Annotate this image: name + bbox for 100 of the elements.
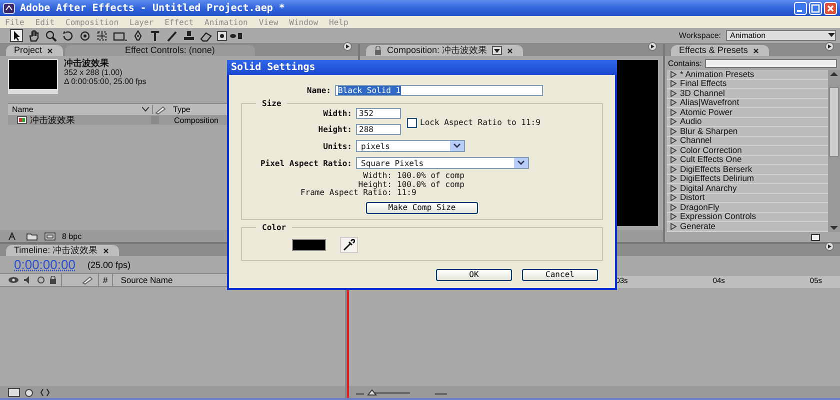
new-composition-icon[interactable] (44, 232, 56, 240)
collapsed-triangle-icon[interactable] (670, 204, 677, 211)
effect-category[interactable]: * Animation Presets (667, 70, 828, 80)
collapsed-triangle-icon[interactable] (670, 80, 677, 88)
effect-category[interactable]: Channel (667, 136, 828, 146)
name-field[interactable]: Black Solid 1 (335, 85, 543, 96)
maximize-icon[interactable] (809, 2, 822, 14)
color-swatch[interactable] (292, 238, 326, 250)
brush-tool-icon[interactable] (166, 30, 178, 42)
panel-tab[interactable]: Effect Controls: (none) (65, 45, 255, 56)
close-icon[interactable] (507, 48, 514, 54)
bit-depth-label[interactable]: 8 bpc (62, 232, 82, 240)
shapes-icon[interactable] (24, 388, 36, 396)
collapsed-triangle-icon[interactable] (670, 222, 677, 230)
scrollbar-thumb[interactable] (829, 87, 839, 157)
effect-category[interactable]: Cult Effects One (667, 156, 828, 165)
text-tool-icon[interactable] (149, 30, 161, 42)
panel-tab[interactable]: Composition: 冲击波效果 (366, 45, 524, 56)
effect-category[interactable]: Final Effects (667, 80, 828, 89)
panel-menu-icon[interactable] (648, 42, 657, 51)
eyedropper-button[interactable] (340, 236, 358, 252)
zoom-tool-icon[interactable] (45, 30, 57, 42)
width-field[interactable]: 352 (356, 108, 401, 119)
collapsed-triangle-icon[interactable] (670, 184, 677, 192)
panel-tab[interactable]: Effects & Presets (671, 45, 769, 56)
checkbox[interactable] (407, 118, 417, 128)
collapsed-triangle-icon[interactable] (670, 90, 677, 97)
collapsed-triangle-icon[interactable] (670, 175, 677, 182)
stamp-tool-icon[interactable] (183, 30, 195, 42)
effect-category[interactable]: Atomic Power (667, 108, 828, 118)
panel-menu-icon[interactable] (825, 42, 834, 51)
collapsed-triangle-icon[interactable] (670, 156, 677, 164)
rotate-tool-icon[interactable] (62, 30, 74, 42)
dialog-button[interactable]: Cancel (522, 268, 598, 280)
column-header: Source Name (120, 275, 173, 285)
close-icon[interactable] (47, 48, 54, 54)
solo-icon[interactable] (37, 276, 45, 284)
scroll-up-icon[interactable] (829, 70, 839, 78)
info-label: Height: (357, 180, 392, 189)
effect-category[interactable]: Distort (667, 194, 828, 203)
minimize-icon[interactable] (794, 2, 807, 14)
dropdown-icon[interactable] (492, 46, 502, 55)
effect-category[interactable]: 3D Channel (667, 89, 828, 98)
info-value: 100.0% of comp (397, 172, 466, 180)
eraser-tool-icon[interactable] (200, 30, 212, 42)
collapsed-triangle-icon[interactable] (670, 99, 677, 106)
pan-tool-icon[interactable] (96, 30, 108, 42)
effect-category[interactable]: DigiEffects Berserk (667, 165, 828, 174)
selection-tool-icon[interactable] (10, 29, 23, 42)
make-comp-size-button[interactable]: Make Comp Size (366, 202, 478, 214)
effect-category[interactable]: Blur & Sharpen (667, 127, 828, 136)
label-column-icon (80, 275, 94, 285)
column-header: Name (12, 105, 34, 114)
item-info: 352 x 288 (1.00) (64, 68, 124, 77)
units-dropdown[interactable]: pixels (356, 140, 465, 152)
effect-category[interactable]: Alias|Wavefront (667, 98, 828, 108)
collapsed-triangle-icon[interactable] (670, 166, 677, 173)
effect-category[interactable]: Generate (667, 222, 828, 232)
axis-mode-icon[interactable] (217, 30, 243, 40)
info-label: Frame Aspect Ratio: (299, 189, 392, 198)
effect-category[interactable]: DigiEffects Delirium (667, 174, 828, 184)
rectangle-tool-icon[interactable] (113, 30, 127, 42)
panel-tab[interactable]: Timeline: 冲击波效果 (6, 245, 119, 256)
collapsed-triangle-icon[interactable] (670, 128, 677, 135)
collapsed-triangle-icon[interactable] (670, 194, 677, 202)
panel-menu-icon[interactable] (343, 42, 352, 51)
close-icon[interactable] (102, 248, 109, 254)
collapsed-triangle-icon[interactable] (670, 70, 677, 78)
effect-category[interactable]: Expression Controls (667, 212, 828, 222)
collapsed-triangle-icon[interactable] (670, 137, 677, 144)
pixel-aspect-dropdown[interactable]: Square Pixels (356, 157, 529, 169)
lock-icon[interactable] (49, 276, 57, 284)
effect-category[interactable]: DragonFly (667, 203, 828, 212)
scroll-down-icon[interactable] (829, 224, 839, 232)
effect-category[interactable]: Digital Anarchy (667, 184, 828, 194)
pen-tool-icon[interactable] (132, 30, 144, 42)
field-label: Width: (322, 109, 352, 118)
panel-tab[interactable]: Project (6, 45, 64, 56)
hand-tool-icon[interactable] (28, 30, 40, 42)
workspace-dropdown[interactable]: Animation (726, 30, 836, 41)
expand-icon[interactable] (40, 388, 50, 396)
height-field[interactable]: 288 (356, 124, 401, 135)
lock-icon[interactable] (374, 46, 382, 55)
collapsed-triangle-icon[interactable] (670, 213, 677, 220)
eye-icon[interactable] (8, 276, 19, 284)
effect-category[interactable]: Color Correction (667, 146, 828, 156)
close-icon[interactable] (752, 48, 759, 54)
composition-icon (17, 116, 27, 124)
collapsed-triangle-icon[interactable] (670, 108, 677, 116)
sort-caret-icon[interactable] (142, 107, 149, 112)
effect-category[interactable]: Audio (667, 118, 828, 127)
checkbox-label[interactable]: Lock Aspect Ratio to 11:9 (420, 118, 540, 127)
collapsed-triangle-icon[interactable] (670, 118, 677, 126)
caret-icon[interactable] (828, 31, 835, 38)
camera-tool-icon[interactable] (79, 30, 91, 42)
collapsed-triangle-icon[interactable] (670, 146, 677, 154)
search-field[interactable] (704, 58, 837, 68)
field-label: Name: (306, 86, 331, 95)
panel-menu-icon[interactable] (825, 242, 834, 251)
dialog-button[interactable]: OK (436, 268, 512, 280)
